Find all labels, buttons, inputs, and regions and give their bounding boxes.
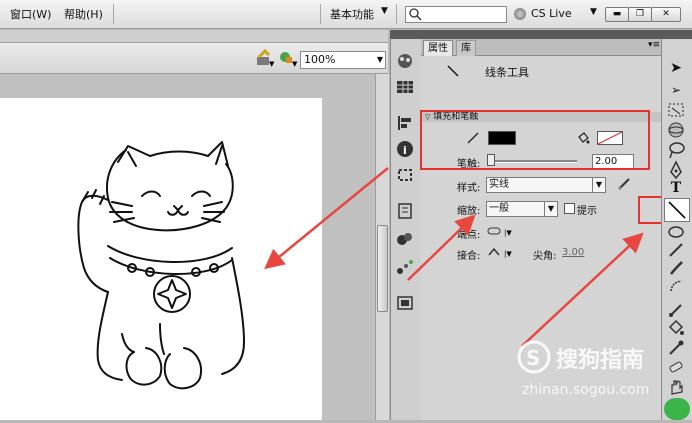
join-label: 接合: — [457, 251, 481, 262]
menu-separator — [113, 4, 114, 24]
tab-properties[interactable]: 属性 — [423, 40, 453, 56]
color-icon[interactable] — [395, 52, 415, 70]
cap-select[interactable]: |▼ — [486, 224, 514, 238]
oval-tool-icon[interactable] — [666, 222, 686, 242]
hint-label: 提示 — [577, 206, 597, 217]
svg-text:▼: ▼ — [292, 60, 298, 67]
sogou-logo-icon: S — [517, 340, 551, 374]
menu-separator — [396, 4, 397, 24]
3d-rotation-tool-icon[interactable] — [666, 120, 686, 140]
lasso-tool-icon[interactable] — [666, 140, 686, 160]
cap-label: 端点: — [457, 230, 481, 241]
workspace-switcher[interactable]: 基本功能 — [330, 6, 374, 22]
scale-label: 缩放: — [457, 206, 481, 217]
cs-live-button[interactable]: CS Live — [531, 7, 572, 20]
svg-text:|▼: |▼ — [504, 229, 512, 237]
swatches-icon[interactable] — [395, 78, 415, 96]
components-icon[interactable] — [395, 230, 415, 248]
watermark-url: zhinan.sogou.com — [522, 382, 650, 398]
scale-select[interactable]: 一般 ▼ — [486, 201, 558, 217]
chevron-down-icon: ▼ — [592, 178, 605, 192]
svg-text:S: S — [526, 346, 540, 370]
line-tool-icon — [447, 65, 459, 77]
deco-tool-icon[interactable] — [666, 276, 686, 296]
join-select[interactable]: |▼ — [486, 245, 514, 259]
chevron-down-icon[interactable]: ▼ — [381, 6, 388, 16]
pencil-tool-icon[interactable] — [666, 240, 686, 260]
hint-checkbox[interactable] — [564, 203, 575, 214]
help-search-input[interactable] — [405, 6, 507, 23]
free-transform-tool-icon[interactable] — [666, 100, 686, 120]
search-icon — [409, 8, 422, 21]
stage-canvas[interactable] — [0, 98, 322, 420]
zoom-value: 100% — [304, 53, 336, 66]
text-tool-icon[interactable]: T — [666, 178, 686, 198]
panel-header — [421, 30, 661, 39]
panel-menu-icon[interactable]: ▾≡ — [648, 40, 660, 50]
style-label: 样式: — [457, 183, 481, 194]
pen-tool-icon[interactable] — [666, 160, 686, 180]
tool-name: 线条工具 — [485, 66, 529, 79]
motion-presets-icon[interactable] — [395, 258, 415, 276]
tools-header — [661, 30, 692, 39]
svg-text:▼: ▼ — [269, 60, 275, 67]
minimize-button[interactable]: ▬ — [605, 7, 629, 22]
line-tool-icon — [668, 201, 686, 219]
menu-window[interactable]: 窗口(W) — [10, 6, 51, 22]
bone-tool-icon[interactable] — [666, 300, 686, 320]
close-button[interactable]: ✕ — [651, 7, 681, 22]
line-tool-button[interactable] — [664, 198, 690, 222]
tab-library[interactable]: 库 — [456, 40, 476, 56]
library-panel-icon[interactable] — [395, 294, 415, 312]
chevron-down-icon[interactable]: ▼ — [590, 7, 597, 17]
scale-value: 一般 — [489, 203, 509, 214]
chevron-down-icon: ▼ — [376, 55, 383, 64]
paint-bucket-tool-icon[interactable] — [666, 318, 686, 338]
svg-text:|▼: |▼ — [504, 250, 512, 258]
highlight-fill-stroke — [420, 110, 650, 170]
edit-symbol-icon[interactable]: ▼ — [278, 49, 298, 67]
scrollbar-thumb[interactable] — [377, 225, 388, 312]
svg-text:i: i — [403, 144, 407, 157]
cs-live-icon — [514, 8, 526, 20]
strip-header — [390, 30, 421, 39]
miter-label: 尖角: — [533, 251, 557, 262]
menu-separator — [320, 4, 321, 24]
edit-scene-icon[interactable]: ▼ — [255, 49, 275, 67]
selection-tool-icon[interactable]: ➤ — [666, 58, 686, 78]
style-select[interactable]: 实线 ▼ — [486, 177, 606, 193]
menu-help[interactable]: 帮助(H) — [64, 6, 103, 22]
edit-stroke-style-icon[interactable] — [616, 176, 632, 192]
miter-value[interactable]: 3.00 — [562, 247, 584, 258]
watermark: S 搜狗指南 zhinan.sogou.com — [512, 336, 692, 420]
restore-button[interactable]: ❐ — [628, 7, 652, 22]
history-icon[interactable] — [395, 202, 415, 220]
subselection-tool-icon[interactable]: ➢ — [666, 80, 686, 100]
watermark-title: 搜狗指南 — [556, 348, 645, 373]
chevron-down-icon: ▼ — [544, 202, 557, 216]
transform-icon[interactable] — [395, 166, 415, 184]
zoom-select[interactable]: 100% ▼ — [300, 51, 386, 69]
lucky-cat-drawing — [77, 141, 245, 390]
align-icon[interactable] — [395, 114, 415, 132]
document-tab-bar — [0, 30, 388, 43]
info-icon[interactable]: i — [395, 140, 415, 158]
brush-tool-icon[interactable] — [666, 258, 686, 278]
style-value: 实线 — [489, 179, 509, 190]
